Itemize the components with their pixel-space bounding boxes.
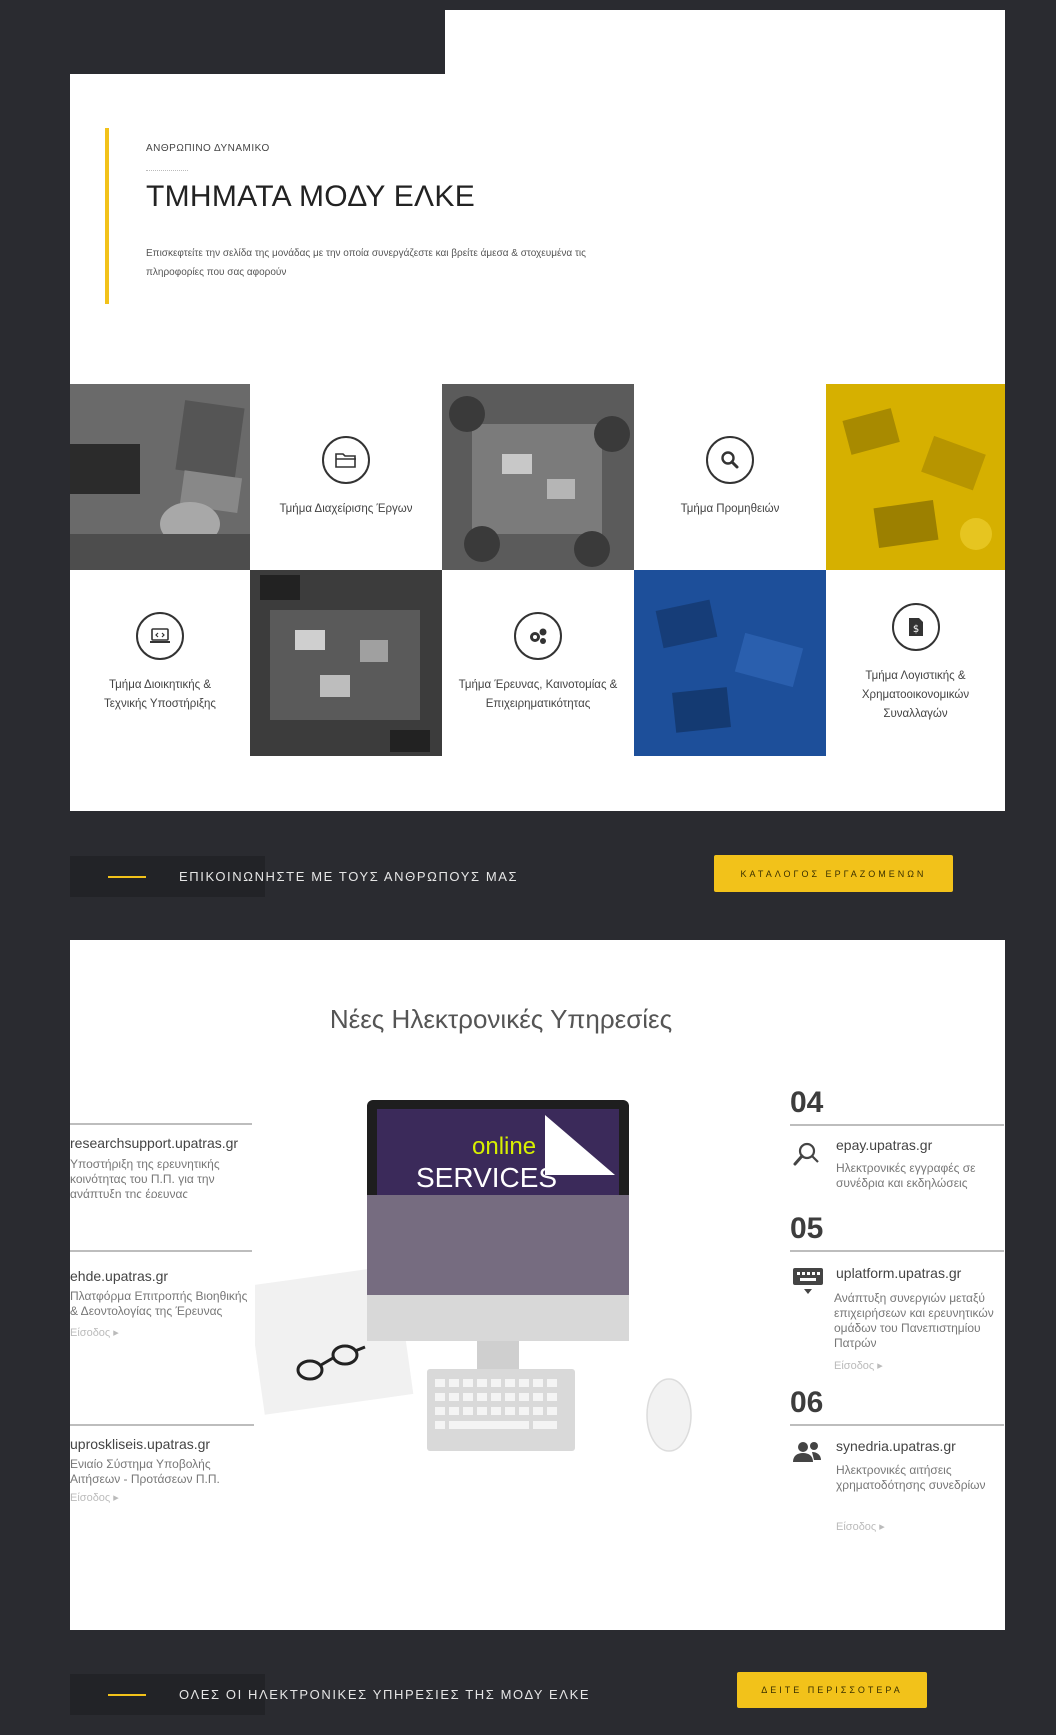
service-number: 05: [790, 1212, 824, 1245]
screen-services-text: SERVICES: [416, 1162, 558, 1193]
service-description: Ανάπτυξη συνεργιών μεταξύ επιχειρήσεων κ…: [834, 1291, 994, 1350]
service-enter-link[interactable]: Είσοδος ▸: [70, 1326, 252, 1339]
page-title: ΤΜΗΜΑΤΑ ΜΟΔΥ ΕΛΚΕ: [146, 180, 476, 213]
hero-description: Επισκεφτείτε την σελίδα της μονάδας με τ…: [146, 248, 586, 278]
service-description: Ηλεκτρονικές αιτήσεις χρηματοδότησης συν…: [836, 1463, 986, 1492]
service-divider: [790, 1250, 1004, 1252]
service-url[interactable]: synedria.upatras.gr: [836, 1438, 956, 1454]
desk-photo-tile: [250, 570, 442, 756]
service-enter-link[interactable]: Είσοδος ▸: [70, 1491, 254, 1504]
hero-accent-bar: [105, 128, 109, 304]
dept-label: Τμήμα Διαχείρισης Έργων: [279, 502, 413, 515]
blue-photo-tile: [634, 570, 826, 756]
hero-section: [70, 74, 1005, 384]
service-divider: [790, 1424, 1004, 1426]
eyebrow-divider: [146, 170, 188, 171]
service-url[interactable]: epay.upatras.gr: [836, 1137, 932, 1153]
service-enter-link[interactable]: Είσοδος ▸: [834, 1359, 883, 1372]
service-item-left[interactable]: researchsupport.upatras.gr Υποστήριξη τη…: [70, 1123, 252, 1198]
service-divider: [70, 1424, 254, 1426]
dept-label: Τμήμα Προμηθειών: [680, 502, 780, 515]
service-item-left[interactable]: ehde.upatras.gr Πλατφόρμα Επιτροπής Βιοη…: [70, 1250, 252, 1365]
keyboard-icon: [792, 1266, 824, 1301]
band-accent-line: [108, 876, 146, 878]
service-url: researchsupport.upatras.gr: [70, 1135, 239, 1151]
dept-label: Τμήμα Έρευνας, Καινοτομίας & Επιχειρηματ…: [458, 679, 618, 710]
screen-online-text: online: [472, 1133, 537, 1160]
search-icon: [792, 1140, 822, 1175]
band-accent-line: [108, 1694, 146, 1696]
users-icon: [792, 1440, 822, 1469]
dept-procurement-card[interactable]: Τμήμα Προμηθειών: [634, 384, 826, 570]
service-enter-link[interactable]: Είσοδος ▸: [836, 1520, 996, 1533]
service-item-left[interactable]: uproskliseis.upatras.gr Ενιαίο Σύστημα Υ…: [70, 1424, 254, 1520]
team-photo-tile: [442, 384, 634, 570]
dollar-document-icon: $: [891, 602, 940, 651]
service-divider: [790, 1124, 1004, 1126]
service-description: Ενιαίο Σύστημα Υποβολής Αιτήσεων - Προτά…: [70, 1457, 220, 1486]
services-title: Νέες Ηλεκτρονικές Υπηρεσίες: [329, 1004, 673, 1034]
dept-research-card[interactable]: Τμήμα Έρευνας, Καινοτομίας & Επιχειρηματ…: [442, 570, 634, 756]
laptop-photo-tile: [70, 384, 250, 570]
dept-projects-card[interactable]: Τμήμα Διαχείρισης Έργων: [250, 384, 442, 570]
dept-admin-card[interactable]: Τμήμα Διοικητικής & Τεχνικής Υποστήριξης: [70, 570, 250, 756]
top-white-strip: [445, 10, 1005, 74]
svg-text:$: $: [912, 624, 918, 635]
service-divider: [70, 1250, 252, 1252]
search-icon: [706, 435, 754, 484]
dept-accounting-card[interactable]: $ Τμήμα Λογιστικής & Χρηματοοικονομικών …: [826, 570, 1005, 756]
gears-icon: [514, 612, 562, 660]
service-number: 04: [790, 1086, 824, 1119]
service-description: Ηλεκτρονικές εγγραφές σε συνέδρια και εκ…: [836, 1161, 976, 1190]
dept-label: Τμήμα Διοικητικής & Τεχνικής Υποστήριξης: [104, 679, 216, 710]
contact-band-text: ΕΠΙΚΟΙΝΩΝΗΣΤΕ ΜΕ ΤΟΥΣ ΑΝΘΡΩΠΟΥΣ ΜΑΣ: [179, 869, 519, 884]
laptop-icon: [136, 612, 184, 660]
service-url[interactable]: uplatform.upatras.gr: [836, 1265, 961, 1281]
service-divider: [70, 1123, 252, 1125]
service-number: 06: [790, 1386, 824, 1419]
staff-directory-button[interactable]: ΚΑΤΑΛΟΓΟΣ ΕΡΓΑΖΟΜΕΝΩΝ: [714, 855, 953, 892]
service-item-clip: Είσοδος ▸: [836, 1520, 996, 1534]
service-url: uproskliseis.upatras.gr: [70, 1436, 211, 1452]
service-description: Πλατφόρμα Επιτροπής Βιοηθικής & Δεοντολο…: [70, 1289, 248, 1318]
yellow-photo-tile: [826, 384, 1005, 570]
hero-eyebrow: ΑΝΘΡΩΠΙΝΟ ΔΥΝΑΜΙΚΟ: [146, 143, 270, 154]
top-dark-strip: [70, 10, 445, 74]
all-services-band-text: ΟΛΕΣ ΟΙ ΗΛΕΚΤΡΟΝΙΚΕΣ ΥΠΗΡΕΣΙΕΣ ΤΗΣ ΜΟΔΥ …: [179, 1687, 591, 1702]
service-description: Υποστήριξη της ερευνητικής κοινότητας το…: [70, 1157, 220, 1198]
folder-icon: [322, 435, 370, 484]
service-url: ehde.upatras.gr: [70, 1268, 169, 1284]
see-more-button[interactable]: ΔΕΙΤΕ ΠΕΡΙΣΣΟΤΕΡΑ: [737, 1672, 927, 1708]
dept-label: Τμήμα Λογιστικής & Χρηματοοικονομικών Συ…: [861, 669, 970, 720]
